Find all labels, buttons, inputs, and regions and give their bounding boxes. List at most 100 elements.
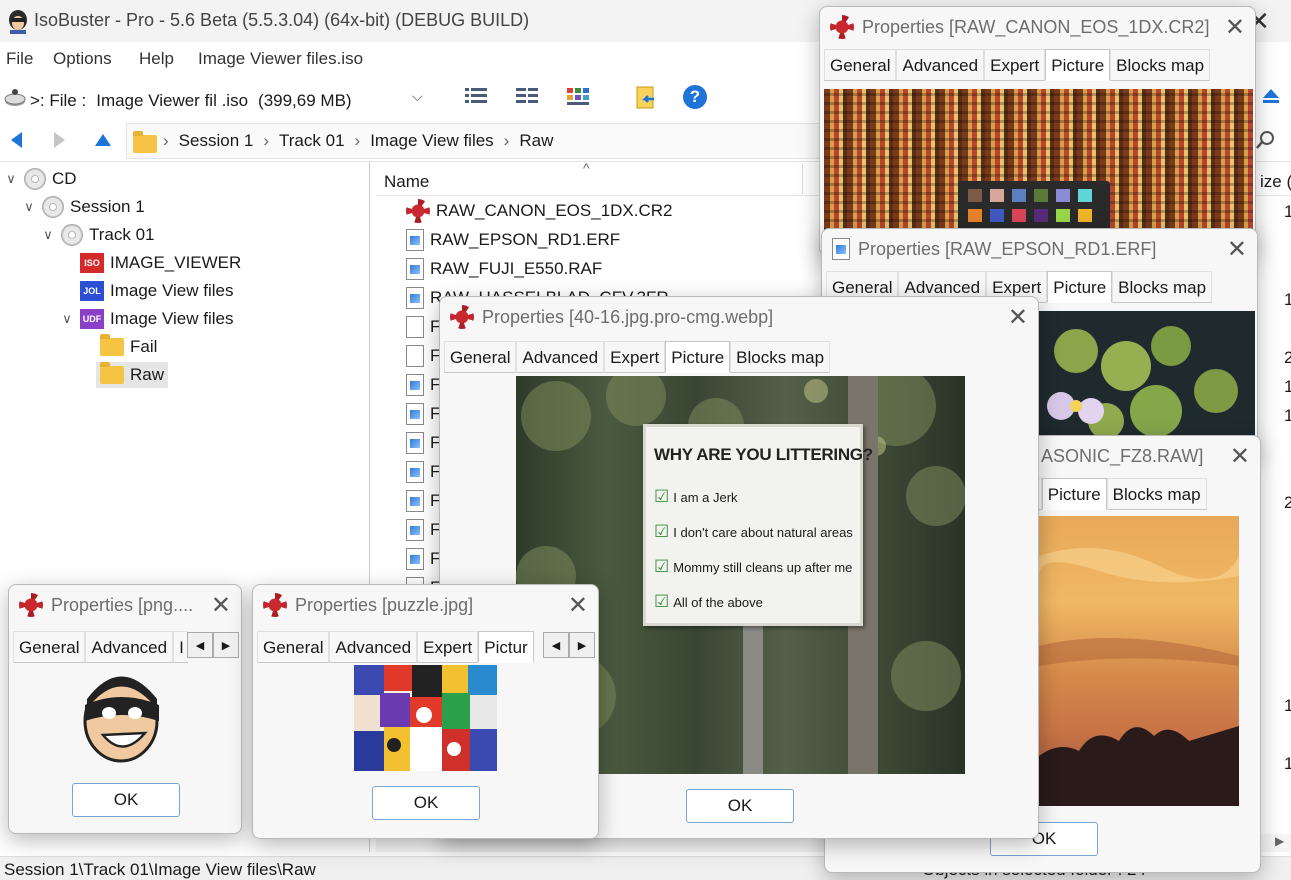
- ok-button[interactable]: OK: [372, 786, 480, 820]
- sort-ascending-icon: ^: [583, 160, 590, 176]
- tab-expert[interactable]: Expert: [417, 631, 479, 663]
- ok-button[interactable]: OK: [686, 789, 794, 823]
- column-name-header[interactable]: Name: [384, 172, 429, 192]
- extract-file-icon[interactable]: [634, 85, 658, 116]
- isobuster-file-icon: [830, 15, 854, 39]
- close-icon[interactable]: ✕: [1227, 235, 1247, 264]
- device-selector[interactable]: >: File : Image Viewer fil .iso (399,69 …: [30, 88, 430, 114]
- file-row[interactable]: F: [406, 401, 440, 427]
- ok-button[interactable]: OK: [72, 783, 180, 817]
- tab-general[interactable]: General: [824, 49, 897, 81]
- file-row[interactable]: F: [406, 372, 440, 398]
- close-icon[interactable]: ✕: [1008, 303, 1028, 332]
- tree-item-track[interactable]: ∨ Track 01: [41, 222, 155, 248]
- tab-scroll-left-icon[interactable]: ◀: [543, 632, 569, 658]
- search-icon[interactable]: [1255, 130, 1275, 155]
- sign-item: I am a Jerk: [673, 489, 738, 505]
- file-row[interactable]: F: [406, 459, 440, 485]
- tree-item-cd[interactable]: ∨ CD: [4, 166, 77, 192]
- breadcrumb-session[interactable]: Session 1: [179, 131, 254, 151]
- close-icon[interactable]: ✕: [211, 591, 231, 620]
- tab-expert[interactable]: Expert: [984, 49, 1046, 81]
- tree-item-raw[interactable]: Raw: [96, 362, 169, 388]
- file-row-fuji[interactable]: RAW_FUJI_E550.RAF: [406, 256, 602, 282]
- menu-options[interactable]: Options: [53, 49, 112, 69]
- tree-item-session[interactable]: ∨ Session 1: [22, 194, 145, 220]
- file-row[interactable]: F: [406, 517, 440, 543]
- tab-picture[interactable]: Picture: [1047, 271, 1113, 303]
- detail-view-icon[interactable]: [515, 86, 539, 113]
- file-row[interactable]: F: [406, 314, 440, 340]
- file-row[interactable]: F: [406, 343, 440, 369]
- chevron-down-icon[interactable]: ∨: [4, 171, 18, 187]
- eject-icon[interactable]: [1261, 86, 1281, 111]
- tree-item-joliet[interactable]: JOL Image View files: [80, 278, 233, 304]
- isobuster-app-icon: [6, 8, 30, 34]
- tab-general[interactable]: General: [444, 341, 517, 373]
- tree-item-fail[interactable]: Fail: [100, 334, 157, 360]
- tab-picture[interactable]: Pictur: [478, 631, 534, 663]
- size-cell: 1: [1284, 202, 1291, 221]
- file-row-epson[interactable]: RAW_EPSON_RD1.ERF: [406, 227, 620, 253]
- list-view-icon[interactable]: [464, 86, 488, 113]
- up-arrow-icon[interactable]: [93, 132, 113, 153]
- column-size-header[interactable]: ize (3: [1260, 172, 1291, 192]
- help-icon[interactable]: ?: [683, 85, 707, 109]
- scroll-right-icon[interactable]: ▶: [1275, 834, 1284, 848]
- tab-scroll-left-icon[interactable]: ◀: [187, 632, 213, 658]
- chevron-down-icon[interactable]: ∨: [22, 199, 36, 215]
- tree-item-iso[interactable]: ISO IMAGE_VIEWER: [80, 250, 241, 276]
- checkmark-icon: ☑: [654, 522, 670, 541]
- forward-arrow-icon[interactable]: [52, 130, 68, 155]
- file-row[interactable]: F: [406, 430, 440, 456]
- file-row-canon[interactable]: RAW_CANON_EOS_1DX.CR2: [406, 198, 673, 224]
- tab-blocks-map[interactable]: Blocks map: [1106, 478, 1207, 510]
- image-file-icon: [406, 258, 424, 280]
- tab-expert[interactable]: Expert: [604, 341, 666, 373]
- tab-advanced[interactable]: Advanced: [516, 341, 605, 373]
- dialog-title-bar: Properties [RAW_CANON_EOS_1DX.CR2]: [820, 7, 1255, 47]
- tab-picture[interactable]: Picture: [1041, 478, 1107, 510]
- thumbnail-view-icon[interactable]: [566, 86, 590, 113]
- raw-canon-preview-image: [824, 89, 1253, 249]
- tab-scroll-right-icon[interactable]: ▶: [569, 632, 595, 658]
- image-file-icon: [406, 287, 424, 309]
- chevron-down-icon[interactable]: ∨: [41, 227, 55, 243]
- tab-blocks-map[interactable]: Blocks map: [730, 341, 831, 373]
- image-file-icon: [406, 403, 424, 425]
- back-arrow-icon[interactable]: [8, 130, 24, 155]
- breadcrumb-raw[interactable]: Raw: [519, 131, 553, 151]
- breadcrumb-folder[interactable]: Image View files: [370, 131, 493, 151]
- tab-partial[interactable]: I: [173, 631, 188, 663]
- menu-image-file[interactable]: Image Viewer files.iso: [198, 49, 363, 69]
- chevron-down-icon[interactable]: ⌵: [412, 88, 423, 105]
- tab-advanced[interactable]: Advanced: [329, 631, 418, 663]
- image-file-icon: [406, 229, 424, 251]
- tab-advanced[interactable]: Advanced: [85, 631, 174, 663]
- image-file-icon: [406, 490, 424, 512]
- checkmark-icon: ☑: [654, 487, 670, 506]
- tab-blocks-map[interactable]: Blocks map: [1112, 271, 1213, 303]
- tab-blocks-map[interactable]: Blocks map: [1110, 49, 1211, 81]
- file-row[interactable]: F: [406, 546, 440, 572]
- sign-item: Mommy still cleans up after me: [673, 559, 853, 575]
- breadcrumb-track[interactable]: Track 01: [279, 131, 345, 151]
- menu-help[interactable]: Help: [139, 49, 174, 69]
- chevron-down-icon[interactable]: ∨: [60, 311, 74, 327]
- tab-picture[interactable]: Picture: [1045, 49, 1111, 81]
- properties-dialog-png: Properties [png.... ✕ General Advanced I…: [8, 584, 242, 834]
- tab-scroll-right-icon[interactable]: ▶: [213, 632, 239, 658]
- raw-panasonic-preview-image: [1039, 516, 1239, 806]
- window-title: IsoBuster - Pro - 5.6 Beta (5.5.3.04) (6…: [34, 10, 530, 30]
- close-icon[interactable]: ✕: [1225, 13, 1245, 42]
- tab-advanced[interactable]: Advanced: [896, 49, 985, 81]
- file-row[interactable]: F: [406, 488, 440, 514]
- menu-file[interactable]: File: [6, 49, 33, 69]
- tab-general[interactable]: General: [257, 631, 330, 663]
- tab-general[interactable]: General: [13, 631, 86, 663]
- close-icon[interactable]: ✕: [1230, 442, 1250, 471]
- tab-picture[interactable]: Picture: [665, 341, 731, 373]
- close-icon[interactable]: ✕: [568, 591, 588, 620]
- tree-item-udf[interactable]: ∨ UDF Image View files: [60, 306, 233, 332]
- device-size: (399,69 MB): [258, 91, 352, 110]
